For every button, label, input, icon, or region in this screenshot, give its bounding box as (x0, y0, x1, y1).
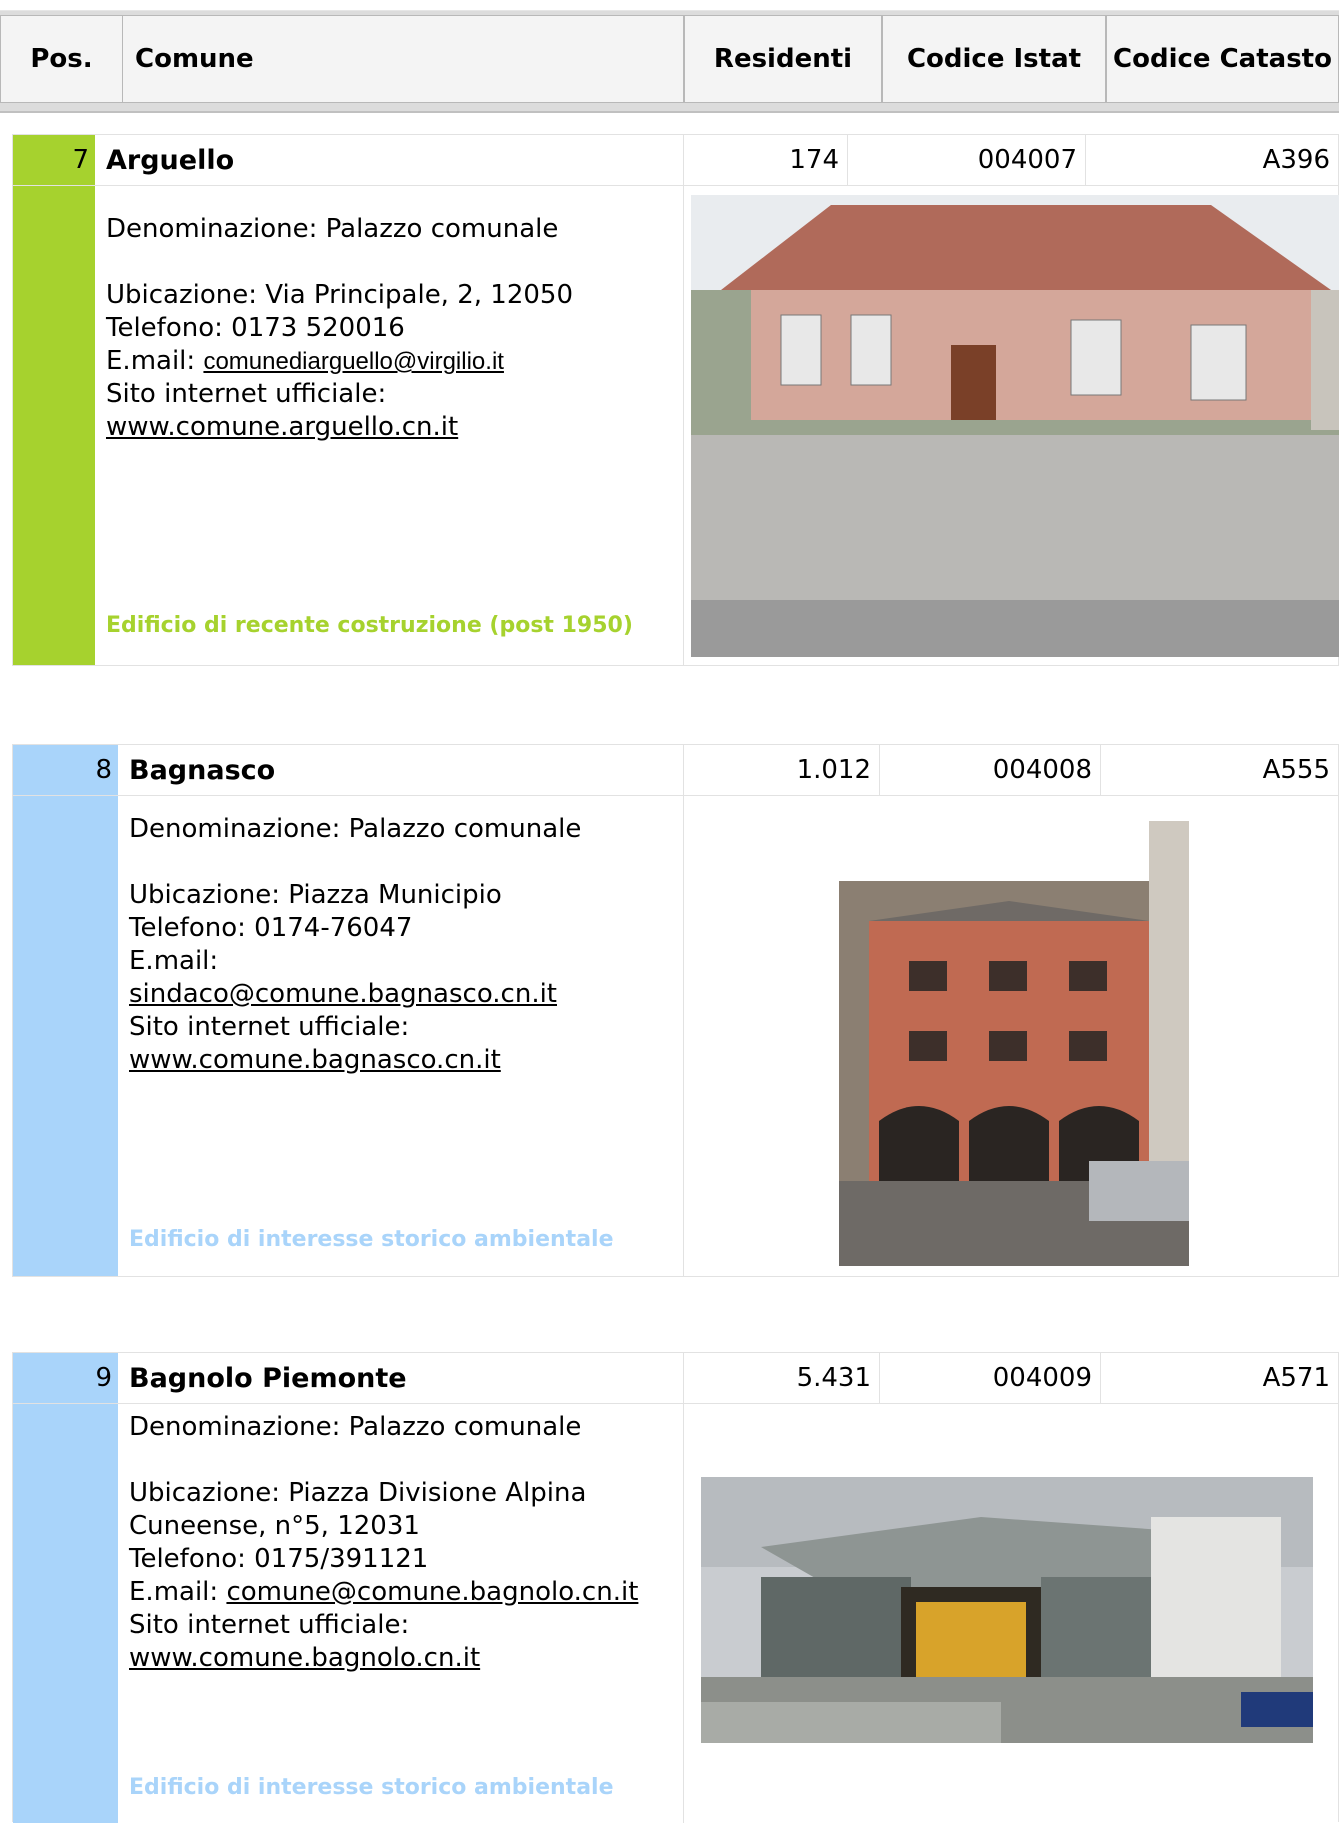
email-label: E.mail: (129, 946, 219, 976)
istat-value: 004009 (992, 1363, 1092, 1393)
ubicazione: Ubicazione: Piazza Municipio (129, 880, 502, 910)
telefono: Telefono: 0175/391121 (129, 1544, 429, 1574)
record-details: Denominazione: Palazzo comunale Ubicazio… (106, 213, 676, 444)
catasto-value: A555 (1262, 755, 1330, 785)
building-note: Edificio di recente costruzione (post 19… (106, 613, 633, 638)
email-label: E.mail: (129, 1577, 219, 1607)
building-note: Edificio di interesse storico ambientale (129, 1775, 614, 1800)
record-pos: 9 (95, 1363, 112, 1393)
header-codice-istat: Codice Istat (882, 15, 1106, 103)
header-pos: Pos. (0, 15, 123, 103)
record-pos: 8 (95, 755, 112, 785)
residenti-value: 5.431 (796, 1363, 871, 1393)
ubicazione: Ubicazione: Piazza Divisione Alpina (129, 1478, 587, 1508)
catasto-value: A396 (1262, 145, 1330, 175)
ubicazione: Ubicazione: Via Principale, 2, 12050 (106, 280, 573, 310)
residenti-value: 174 (789, 145, 839, 175)
website-link[interactable]: www.comune.bagnolo.cn.it (129, 1643, 480, 1673)
sito-label: Sito internet ufficiale: (129, 1610, 410, 1640)
category-bar (13, 135, 95, 665)
istat-value: 004007 (977, 145, 1077, 175)
record-details: Denominazione: Palazzo comunale Ubicazio… (129, 813, 679, 1077)
email-link[interactable]: comune@comune.bagnolo.cn.it (226, 1577, 638, 1607)
sito-label: Sito internet ufficiale: (129, 1012, 410, 1042)
record-pos: 7 (72, 145, 89, 175)
category-bar (13, 745, 118, 1276)
building-note: Edificio di interesse storico ambientale (129, 1227, 614, 1252)
istat-value: 004008 (992, 755, 1092, 785)
table-header: Pos. Comune Residenti Codice Istat Codic… (0, 10, 1339, 113)
header-residenti: Residenti (684, 15, 882, 103)
comune-name: Bagnasco (129, 754, 276, 786)
ubicazione-cont: Cuneense, n°5, 12031 (129, 1511, 420, 1541)
record-bagnasco: 8 Bagnasco 1.012 004008 A555 Denominazio… (12, 744, 1339, 1277)
denominazione: Denominazione: Palazzo comunale (129, 814, 582, 844)
website-link[interactable]: www.comune.arguello.cn.it (106, 412, 458, 442)
record-bagnolo-piemonte: 9 Bagnolo Piemonte 5.431 004009 A571 Den… (12, 1352, 1339, 1823)
email-line: E.mail: comune@comune.bagnolo.cn.it (129, 1576, 689, 1609)
telefono: Telefono: 0173 520016 (106, 313, 405, 343)
record-details: Denominazione: Palazzo comunale Ubicazio… (129, 1411, 689, 1675)
record-arguello: 7 Arguello 174 004007 A396 Denominazione… (12, 134, 1339, 666)
town-hall-photo (839, 821, 1189, 1266)
header-comune: Comune (122, 15, 684, 103)
comune-name: Arguello (106, 144, 235, 176)
denominazione: Denominazione: Palazzo comunale (106, 214, 559, 244)
comune-name: Bagnolo Piemonte (129, 1362, 407, 1394)
website-link[interactable]: www.comune.bagnasco.cn.it (129, 1045, 501, 1075)
catasto-value: A571 (1262, 1363, 1330, 1393)
category-bar (13, 1353, 118, 1823)
town-hall-photo (691, 195, 1339, 657)
telefono: Telefono: 0174-76047 (129, 913, 413, 943)
denominazione: Denominazione: Palazzo comunale (129, 1412, 582, 1442)
email-link[interactable]: sindaco@comune.bagnasco.cn.it (129, 979, 557, 1009)
email-link[interactable]: comunediarguello@virgilio.it (203, 348, 504, 375)
email-label: E.mail: (106, 346, 196, 376)
sito-label: Sito internet ufficiale: (106, 379, 387, 409)
town-hall-photo (701, 1477, 1313, 1743)
email-line: E.mail: comunediarguello@virgilio.it (106, 345, 676, 378)
residenti-value: 1.012 (796, 755, 871, 785)
header-codice-catasto: Codice Catasto (1106, 15, 1339, 103)
